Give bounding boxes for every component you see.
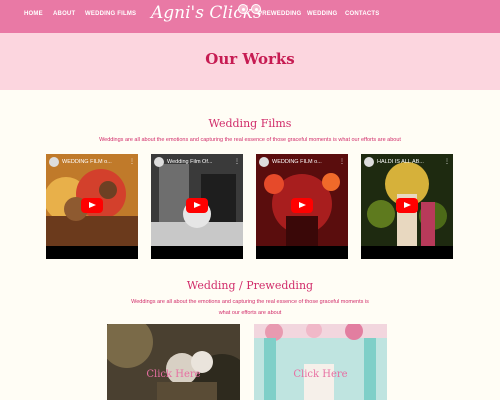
channel-avatar	[49, 157, 59, 167]
video-embed[interactable]: WEDDING FILM o... ⋮	[46, 154, 138, 259]
play-icon[interactable]	[396, 198, 418, 213]
video-embed[interactable]: HALDI IS ALL AB... ⋮	[361, 154, 453, 259]
more-options-icon[interactable]: ⋮	[234, 159, 240, 165]
nav-wedding-films[interactable]: WEDDING FILMS	[85, 11, 136, 17]
nav-home[interactable]: HOME	[24, 11, 43, 17]
click-here-link[interactable]: Click Here	[254, 369, 387, 380]
more-options-icon[interactable]: ⋮	[444, 159, 450, 165]
prewedding-section-text: Weddings are all about the emotions and …	[131, 299, 369, 305]
nav-wedding[interactable]: WEDDING	[307, 11, 337, 17]
video-embed[interactable]: WEDDING FILM o... ⋮	[256, 154, 348, 259]
top-navbar: HOME ABOUT WEDDING FILMS Agni's Clicks P…	[0, 0, 500, 33]
play-icon[interactable]	[291, 198, 313, 213]
more-options-icon[interactable]: ⋮	[339, 159, 345, 165]
nav-about[interactable]: ABOUT	[53, 11, 75, 17]
video-embed[interactable]: Wedding Film Of... ⋮	[151, 154, 243, 259]
gallery-card[interactable]: Click Here	[254, 324, 387, 400]
card-photo	[254, 324, 387, 400]
gallery-card[interactable]: Click Here	[107, 324, 240, 400]
page-banner: Our Works	[0, 33, 500, 90]
page-title: Our Works	[205, 50, 295, 68]
ornament-dot	[238, 4, 248, 14]
nav-prewedding[interactable]: PREWEDDING	[258, 11, 301, 17]
nav-contacts[interactable]: CONTACTS	[345, 11, 380, 17]
play-icon[interactable]	[186, 198, 208, 213]
click-here-link[interactable]: Click Here	[107, 369, 240, 380]
prewedding-section-text: what our efforts are about	[218, 310, 282, 316]
channel-avatar	[364, 157, 374, 167]
play-icon[interactable]	[81, 198, 103, 213]
video-title: Wedding Film Of...	[167, 159, 213, 165]
more-options-icon[interactable]: ⋮	[129, 159, 135, 165]
films-section-title: Wedding Films	[208, 117, 292, 130]
channel-avatar	[259, 157, 269, 167]
card-photo	[107, 324, 240, 400]
video-title: HALDI IS ALL AB...	[377, 159, 424, 165]
video-title: WEDDING FILM o...	[62, 159, 112, 165]
video-title: WEDDING FILM o...	[272, 159, 322, 165]
prewedding-section-title: Wedding / Prewedding	[186, 279, 314, 292]
channel-avatar	[154, 157, 164, 167]
films-section-text: Weddings are all about the emotions and …	[99, 137, 401, 143]
